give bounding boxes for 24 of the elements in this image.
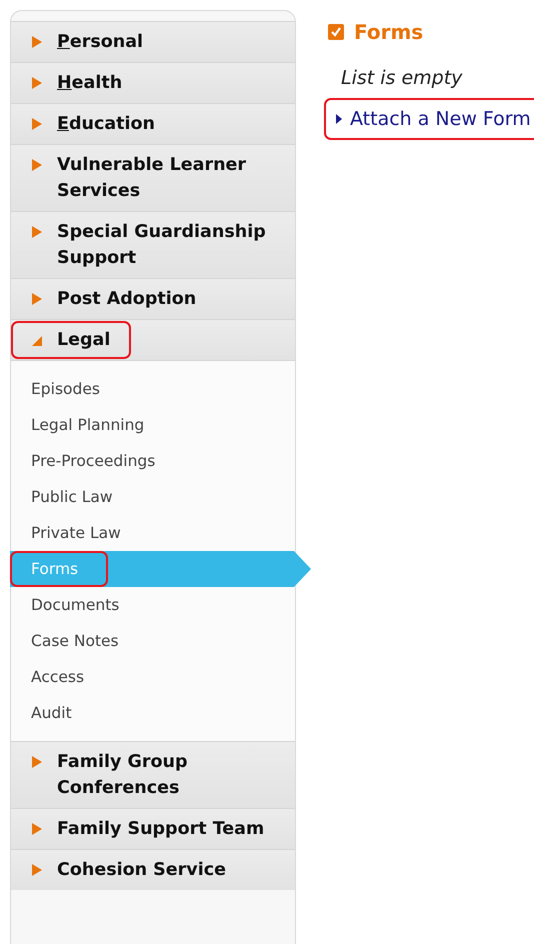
checkbox-icon [328, 24, 344, 40]
section-header[interactable]: Health [11, 62, 295, 103]
menu-item[interactable]: Pre-Proceedings [11, 443, 295, 479]
attach-link[interactable]: Attach a New Form [328, 99, 534, 139]
section-header[interactable]: Family Group Conferences [11, 741, 295, 808]
menu-item[interactable]: Legal Planning [11, 407, 295, 443]
section-header[interactable]: Special Guardianship Support [11, 211, 295, 278]
section-header[interactable]: Personal [11, 21, 295, 62]
section-header[interactable]: Education [11, 103, 295, 144]
menu-item[interactable]: Private Law [11, 515, 295, 551]
section-header[interactable]: Family Support Team [11, 808, 295, 849]
section-header[interactable]: Post Adoption [11, 278, 295, 319]
arrow-icon [336, 114, 342, 124]
menu-item[interactable]: Episodes [11, 371, 295, 407]
menu-item[interactable]: Access [11, 659, 295, 695]
menu-item[interactable]: Public Law [11, 479, 295, 515]
menu-item[interactable]: Documents [11, 587, 295, 623]
section-header[interactable]: Cohesion Service [11, 849, 295, 890]
menu-item[interactable]: Case Notes [11, 623, 295, 659]
section-header[interactable]: Vulnerable Learner Services [11, 144, 295, 211]
section-header[interactable]: Legal [11, 319, 295, 360]
section-title: Forms [354, 20, 424, 44]
empty-message: List is empty [341, 66, 462, 90]
menu-item[interactable]: Audit [11, 695, 295, 731]
